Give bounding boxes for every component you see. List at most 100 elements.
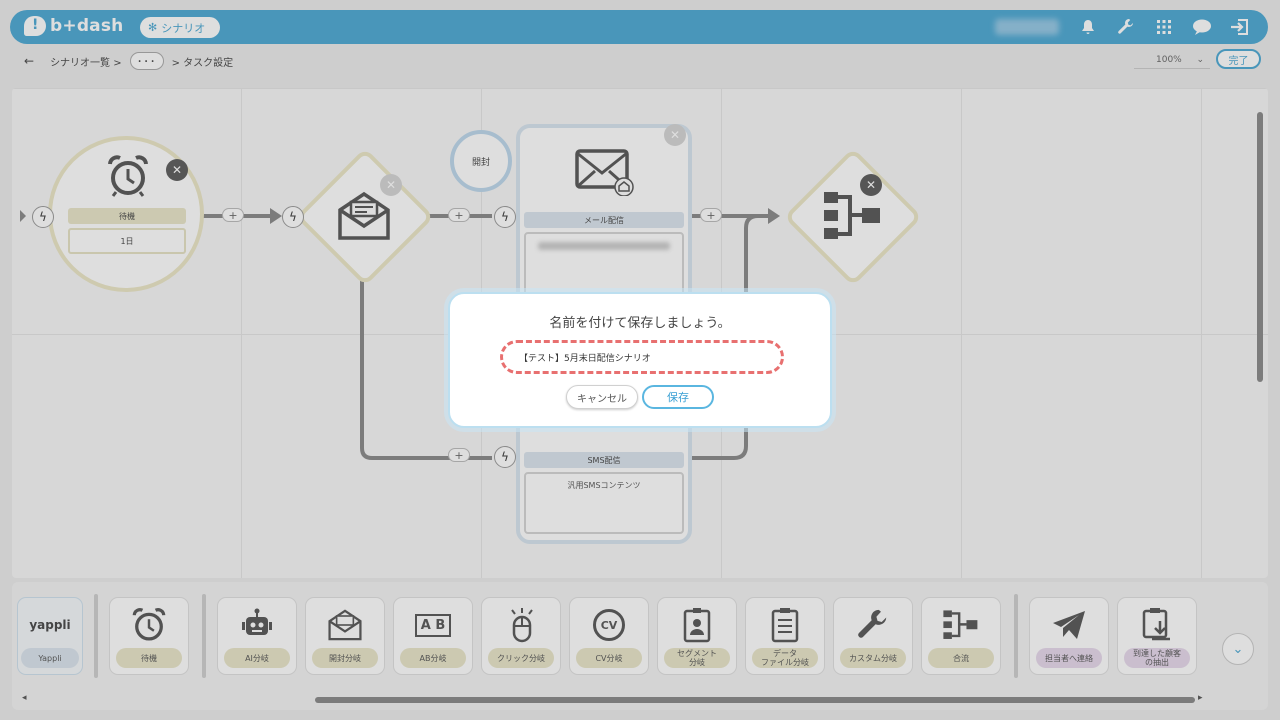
palette-item-open-branch[interactable]: 開封分岐: [306, 598, 384, 674]
cv-search-icon: CV: [593, 606, 625, 644]
node-palette: yappli Yappli 待機 AI分岐 開封分岐 A B AB分岐 クリック…: [12, 582, 1268, 710]
palette-item-label: 待機: [116, 648, 182, 668]
palette-item-datafile-branch[interactable]: データ ファイル分岐: [746, 598, 824, 674]
open-badge: 開封: [450, 130, 512, 192]
mouse-click-icon: [506, 606, 536, 644]
add-step-button[interactable]: +: [448, 448, 470, 462]
alarm-clock-icon: [131, 606, 167, 644]
palette-item-label: セグメント 分岐: [664, 648, 730, 668]
merge-icon: [824, 188, 882, 248]
clipboard-list-icon: [771, 606, 799, 644]
scenario-pill-label: シナリオ: [161, 21, 206, 35]
yappli-logo: yappli: [29, 618, 71, 632]
brand-name: b+dash: [50, 16, 124, 36]
zoom-value: 100%: [1156, 54, 1182, 65]
palette-item-wait[interactable]: 待機: [110, 598, 188, 674]
mail-node-tag: メール配信: [524, 212, 684, 228]
id-badge-icon: [683, 606, 711, 644]
trigger-bolt-icon[interactable]: ϟ: [494, 446, 516, 468]
bell-icon[interactable]: [1072, 14, 1104, 40]
scroll-right-arrow-icon[interactable]: ▸: [1198, 693, 1203, 703]
wrench-icon[interactable]: [1110, 14, 1142, 40]
palette-item-label: AB分岐: [400, 648, 466, 668]
save-button[interactable]: 保存: [642, 385, 714, 409]
palette-item-label: 合流: [928, 648, 994, 668]
close-icon[interactable]: ✕: [860, 174, 882, 196]
chevron-down-icon: ⌄: [1196, 54, 1204, 65]
save-name-dialog: 名前を付けて保存しましょう。 【テスト】5月末日配信シナリオ キャンセル 保存: [448, 292, 832, 428]
horizontal-scrollbar[interactable]: [315, 697, 1195, 703]
palette-item-ai-branch[interactable]: AI分岐: [218, 598, 296, 674]
paper-plane-icon: [1051, 606, 1087, 644]
alarm-clock-icon: [106, 154, 150, 202]
breadcrumb-more-button[interactable]: ･･･: [129, 52, 164, 70]
ab-icon-text: A B: [414, 613, 452, 637]
breadcrumb-scenario-list[interactable]: シナリオ一覧 >: [50, 54, 122, 69]
envelope-icon: [574, 146, 634, 200]
palette-divider: [202, 594, 206, 678]
palette-divider: [1014, 594, 1018, 678]
palette-item-label: Yappli: [21, 648, 79, 668]
logout-icon[interactable]: [1224, 14, 1256, 40]
logo-icon: [24, 16, 46, 36]
palette-item-label: 到達した顧客 の抽出: [1124, 648, 1190, 668]
palette-item-label: CV分岐: [576, 648, 642, 668]
vertical-scrollbar[interactable]: [1257, 112, 1263, 382]
back-arrow-icon[interactable]: ←: [24, 54, 34, 68]
scenario-pill[interactable]: ✻ シナリオ: [140, 17, 220, 38]
palette-item-merge[interactable]: 合流: [922, 598, 1000, 674]
breadcrumb-task-settings: > タスク設定: [171, 57, 234, 69]
palette-divider: [94, 594, 98, 678]
close-icon[interactable]: ✕: [166, 159, 188, 181]
grid-icon[interactable]: [1148, 14, 1180, 40]
cv-icon-text: CV: [593, 609, 625, 641]
dialog-title: 名前を付けて保存しましょう。: [549, 316, 731, 331]
add-step-button[interactable]: +: [700, 208, 722, 222]
zoom-select[interactable]: 100% ⌄: [1134, 51, 1210, 69]
trigger-bolt-icon[interactable]: ϟ: [494, 206, 516, 228]
palette-item-label: 担当者へ連絡: [1036, 648, 1102, 668]
wait-node-value[interactable]: 1日: [68, 228, 186, 254]
sms-node-tag: SMS配信: [524, 452, 684, 468]
brand-logo[interactable]: b+dash: [24, 16, 123, 36]
cancel-button[interactable]: キャンセル: [566, 385, 638, 409]
close-icon[interactable]: ✕: [664, 124, 686, 146]
sms-content-label: 汎用SMSコンテンツ: [567, 481, 641, 490]
open-badge-label: 開封: [471, 157, 490, 168]
scroll-left-arrow-icon[interactable]: ◂: [22, 693, 27, 703]
sms-content-box[interactable]: 汎用SMSコンテンツ: [524, 472, 684, 534]
trigger-bolt-icon[interactable]: ϟ: [282, 206, 304, 228]
add-step-button[interactable]: +: [222, 208, 244, 222]
palette-item-notify-staff[interactable]: 担当者へ連絡: [1030, 598, 1108, 674]
palette-item-custom-branch[interactable]: カスタム分岐: [834, 598, 912, 674]
palette-item-label: クリック分岐: [488, 648, 554, 668]
clipboard-download-icon: [1140, 606, 1174, 644]
close-icon[interactable]: ✕: [380, 174, 402, 196]
robot-icon: [240, 606, 274, 644]
scenario-name-input[interactable]: 【テスト】5月末日配信シナリオ: [500, 340, 784, 374]
palette-item-ab-branch[interactable]: A B AB分岐: [394, 598, 472, 674]
palette-item-label: 開封分岐: [312, 648, 378, 668]
top-bar: b+dash ✻ シナリオ: [10, 10, 1268, 44]
merge-icon: [943, 606, 979, 644]
palette-item-label: データ ファイル分岐: [752, 648, 818, 668]
chevron-down-icon[interactable]: ⌄: [1222, 633, 1254, 665]
palette-item-label: カスタム分岐: [840, 648, 906, 668]
wait-node-tag: 待機: [68, 208, 186, 224]
user-name-blurred: [995, 19, 1059, 35]
chat-icon[interactable]: [1186, 14, 1218, 40]
breadcrumb: ← シナリオ一覧 > ･･･ > タスク設定: [24, 52, 233, 70]
trigger-bolt-icon[interactable]: ϟ: [32, 206, 54, 228]
ab-icon: A B: [414, 606, 452, 644]
palette-item-segment-branch[interactable]: セグメント 分岐: [658, 598, 736, 674]
palette-item-extract-customers[interactable]: 到達した顧客 の抽出: [1118, 598, 1196, 674]
envelope-open-icon: [326, 606, 364, 644]
network-icon: ✻: [148, 21, 158, 34]
palette-item-click-branch[interactable]: クリック分岐: [482, 598, 560, 674]
wrench-icon: [856, 606, 890, 644]
palette-item-yappli[interactable]: yappli Yappli: [18, 598, 82, 674]
palette-item-cv-branch[interactable]: CV CV分岐: [570, 598, 648, 674]
add-step-button[interactable]: +: [448, 208, 470, 222]
done-button[interactable]: 完了: [1216, 49, 1261, 69]
palette-item-label: AI分岐: [224, 648, 290, 668]
